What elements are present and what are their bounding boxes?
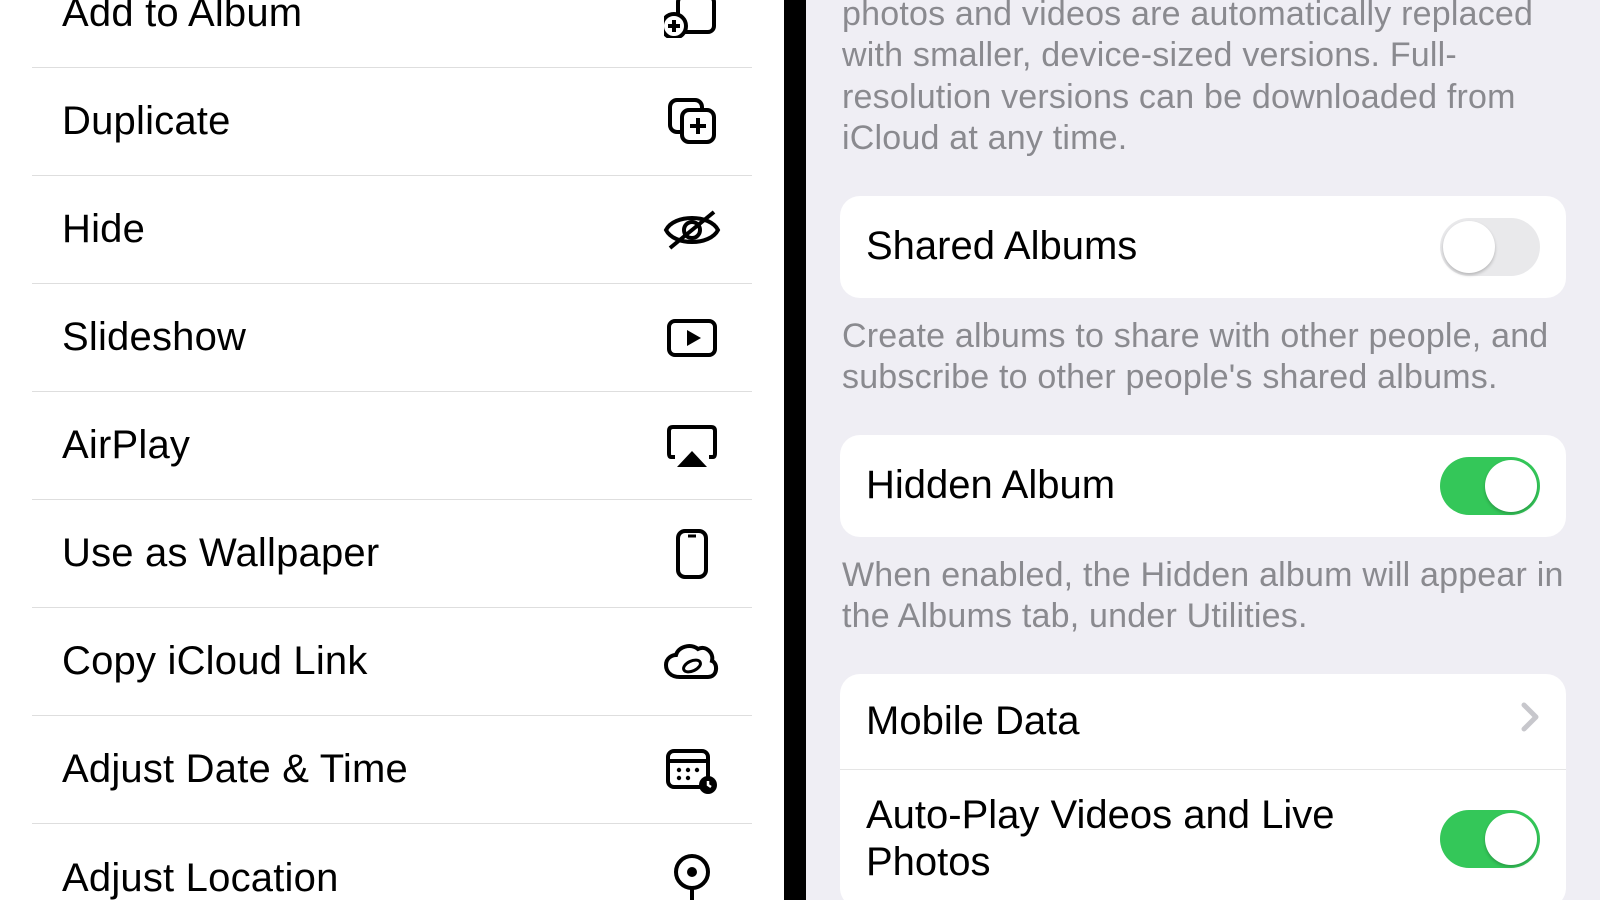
action-slideshow[interactable]: Slideshow: [32, 284, 752, 392]
eye-slash-icon: [662, 208, 722, 252]
autoplay-row[interactable]: Auto-Play Videos and Live Photos: [840, 770, 1566, 900]
calendar-clock-icon: [662, 745, 722, 795]
chevron-right-icon: [1520, 700, 1540, 742]
action-label: Add to Album: [62, 0, 302, 36]
setting-label: Hidden Album: [866, 462, 1115, 509]
panel-divider: [784, 0, 806, 900]
phone-icon: [662, 527, 722, 581]
action-label: AirPlay: [62, 423, 190, 468]
action-adjust-date[interactable]: Adjust Date & Time: [32, 716, 752, 824]
optimize-storage-footer: photos and videos are automatically repl…: [840, 0, 1566, 160]
add-to-album-icon: [662, 0, 722, 38]
action-wallpaper[interactable]: Use as Wallpaper: [32, 500, 752, 608]
action-icloud-link[interactable]: Copy iCloud Link: [32, 608, 752, 716]
hidden-album-toggle[interactable]: [1440, 457, 1540, 515]
shared-albums-toggle[interactable]: [1440, 218, 1540, 276]
photos-settings: photos and videos are automatically repl…: [806, 0, 1600, 900]
action-label: Copy iCloud Link: [62, 639, 368, 684]
action-label: Hide: [62, 207, 145, 252]
action-adjust-location[interactable]: Adjust Location: [32, 824, 752, 900]
hidden-album-group: Hidden Album When enabled, the Hidden al…: [840, 435, 1566, 638]
setting-label: Auto-Play Videos and Live Photos: [866, 792, 1406, 886]
mobile-data-row[interactable]: Mobile Data: [840, 674, 1566, 770]
autoplay-toggle[interactable]: [1440, 810, 1540, 868]
action-label: Duplicate: [62, 99, 231, 144]
airplay-icon: [662, 423, 722, 469]
media-settings-group: Mobile Data Auto-Play Videos and Live Ph…: [840, 674, 1566, 900]
hidden-album-footer: When enabled, the Hidden album will appe…: [840, 555, 1566, 638]
shared-albums-group: Shared Albums Create albums to share wit…: [840, 196, 1566, 399]
duplicate-icon: [662, 96, 722, 148]
action-label: Adjust Location: [62, 856, 339, 900]
action-label: Use as Wallpaper: [62, 531, 379, 576]
setting-label: Mobile Data: [866, 698, 1079, 745]
shared-albums-row[interactable]: Shared Albums: [840, 196, 1566, 298]
action-label: Adjust Date & Time: [62, 747, 408, 792]
cloud-link-icon: [662, 641, 722, 683]
photos-action-sheet: Add to Album Duplicate: [0, 0, 784, 900]
shared-albums-footer: Create albums to share with other people…: [840, 316, 1566, 399]
action-hide[interactable]: Hide: [32, 176, 752, 284]
setting-label: Shared Albums: [866, 223, 1137, 270]
action-add-to-album[interactable]: Add to Album: [32, 0, 752, 68]
action-label: Slideshow: [62, 315, 246, 360]
play-rect-icon: [662, 317, 722, 359]
action-duplicate[interactable]: Duplicate: [32, 68, 752, 176]
hidden-album-row[interactable]: Hidden Album: [840, 435, 1566, 537]
action-airplay[interactable]: AirPlay: [32, 392, 752, 500]
pin-circle-icon: [662, 852, 722, 900]
